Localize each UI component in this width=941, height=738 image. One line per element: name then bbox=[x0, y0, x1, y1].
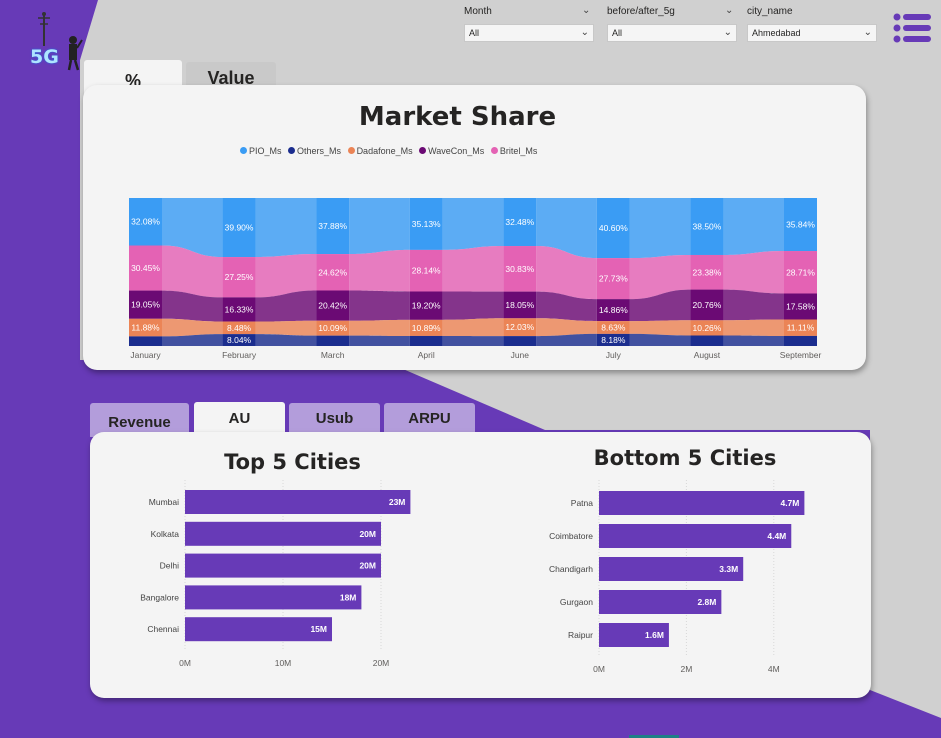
category-label: Kolkata bbox=[151, 529, 180, 539]
bar[interactable] bbox=[599, 491, 805, 515]
value-label: 2.8M bbox=[697, 597, 716, 607]
x-tick-label: 10M bbox=[275, 658, 292, 668]
bar[interactable] bbox=[185, 585, 362, 610]
x-tick-label: 0M bbox=[179, 658, 191, 668]
category-label: Delhi bbox=[160, 561, 179, 571]
value-label: 23M bbox=[389, 497, 406, 507]
x-tick-label: 0M bbox=[593, 664, 605, 674]
category-label: Mumbai bbox=[149, 497, 179, 507]
bar[interactable] bbox=[185, 553, 381, 578]
value-label: 20M bbox=[359, 561, 376, 571]
dashboard-canvas: 5G Month ⌄ All ⌄ before/after_5g ⌄ All ⌄… bbox=[0, 0, 941, 738]
category-label: Raipur bbox=[568, 630, 593, 640]
x-tick-label: 4M bbox=[768, 664, 780, 674]
value-label: 3.3M bbox=[719, 564, 738, 574]
category-label: Patna bbox=[571, 498, 593, 508]
category-label: Chennai bbox=[147, 624, 179, 634]
category-label: Coimbatore bbox=[549, 531, 593, 541]
value-label: 4.4M bbox=[767, 531, 786, 541]
bar[interactable] bbox=[185, 490, 411, 514]
x-tick-label: 2M bbox=[680, 664, 692, 674]
category-label: Bangalore bbox=[140, 592, 179, 602]
category-label: Gurgaon bbox=[560, 597, 593, 607]
x-tick-label: 20M bbox=[373, 658, 390, 668]
bar[interactable] bbox=[185, 521, 381, 546]
value-label: 20M bbox=[359, 529, 376, 539]
category-label: Chandigarh bbox=[549, 564, 593, 574]
value-label: 18M bbox=[340, 592, 357, 602]
bar[interactable] bbox=[599, 524, 792, 548]
value-label: 15M bbox=[310, 624, 327, 634]
value-label: 1.6M bbox=[645, 630, 664, 640]
value-label: 4.7M bbox=[780, 498, 799, 508]
cities-bar-charts: 0M 10M 20M Mumbai 23M Kolkata 20M Delhi 20M Banga… bbox=[140, 480, 805, 674]
